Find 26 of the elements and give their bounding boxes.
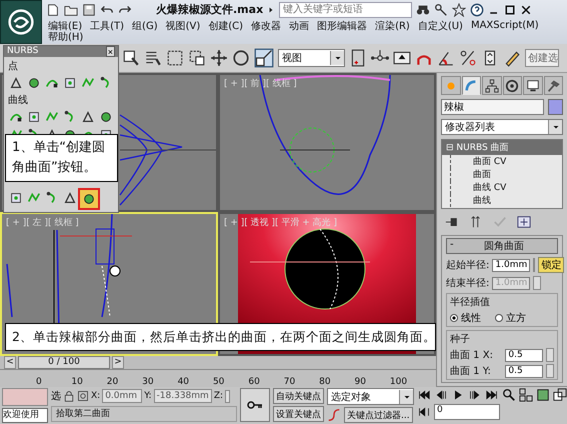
frame-tick-label: 90: [354, 377, 367, 387]
frame-tick-label: 30: [142, 377, 155, 387]
frame-tick-label: 100: [390, 377, 408, 387]
frame-tick-label: 50: [212, 377, 226, 387]
frame-tick-label: 0: [36, 377, 43, 387]
instruction-tooltip: 2、单击辣椒部分曲面，然后单击挤出的曲面，在两个面之间生成圆角面。: [5, 323, 436, 351]
frame-tick-label: 60: [248, 377, 261, 387]
field-label: 结束半径:: [446, 276, 490, 290]
frame-tick-label: 20: [106, 377, 120, 387]
section-label: 点: [7, 60, 19, 73]
group-label: 半径插值: [450, 296, 491, 309]
frame-tick-label: 10: [71, 377, 84, 387]
field-label: Z:: [214, 391, 224, 401]
field-label: Y:: [144, 391, 152, 401]
frame-tick-label: 80: [319, 377, 332, 387]
instruction-tooltip: 1、单击“创建圆角曲面”按钮。: [5, 134, 118, 182]
section-label: 曲线: [7, 94, 29, 107]
group-label: 种子: [450, 332, 471, 346]
window-title: 火爆辣椒源文件.max: [156, 2, 264, 17]
frame-tick-label: 70: [284, 377, 296, 387]
frame-tick-label: 40: [178, 377, 190, 387]
field-label: X:: [91, 391, 100, 401]
field-label: 曲面 1 Y:: [450, 364, 492, 378]
field-label: 曲面 1 X:: [450, 348, 494, 362]
field-label: 起始半径:: [446, 258, 490, 272]
panel-title: NURBS: [7, 46, 38, 57]
